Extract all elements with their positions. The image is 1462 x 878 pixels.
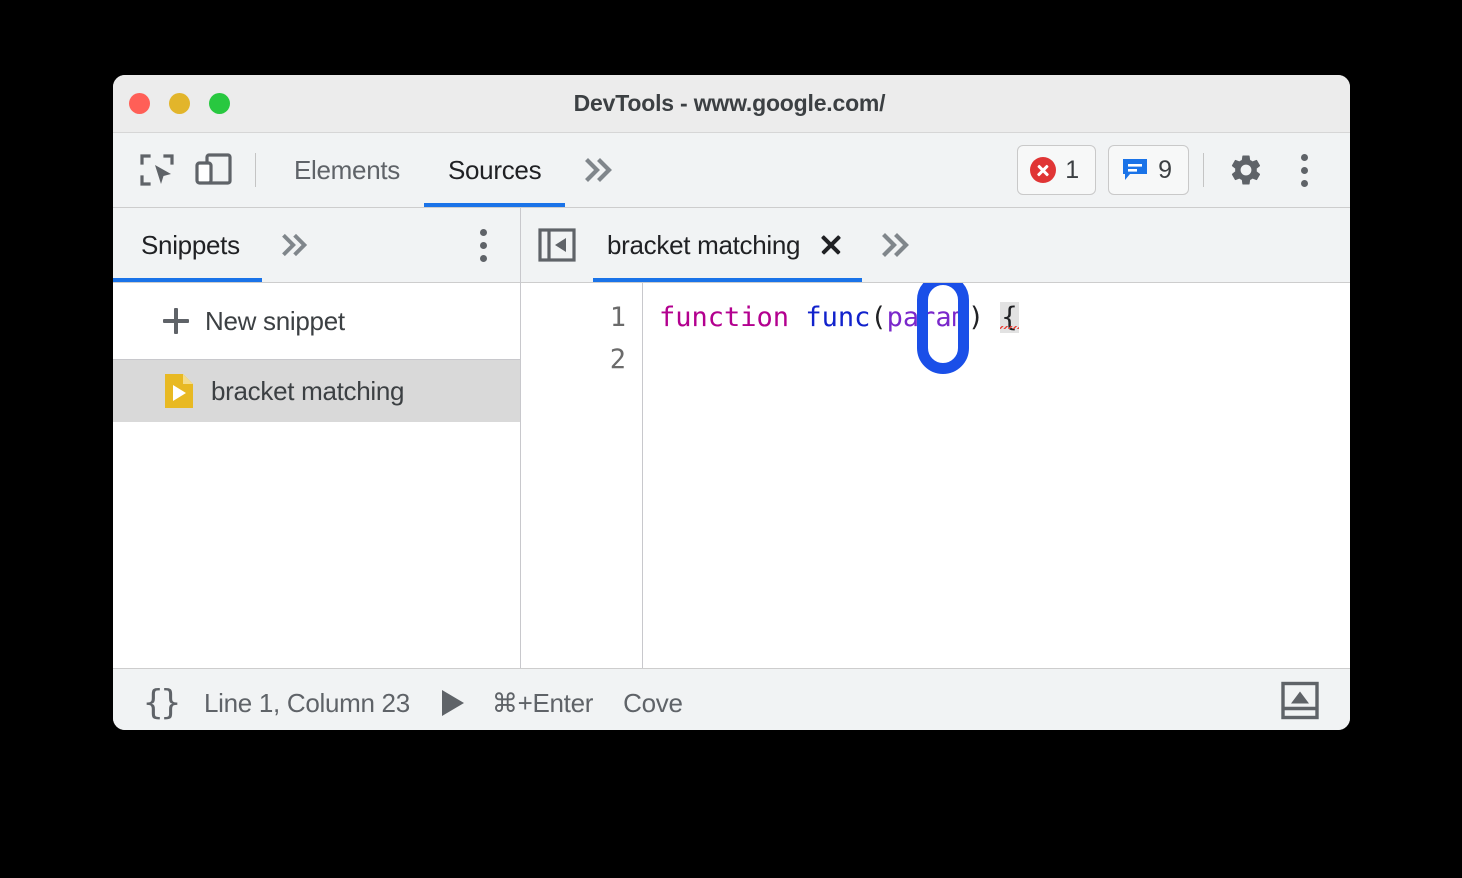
message-icon	[1123, 159, 1148, 180]
code-token-paren-open: (	[870, 302, 887, 333]
tab-sources-label: Sources	[447, 154, 542, 185]
devtools-body: Snippets New snippet bracket matching br…	[113, 208, 1350, 668]
code-token-keyword: function	[659, 302, 790, 333]
kebab-dot-3	[479, 254, 487, 262]
toolbar-divider-2	[1203, 153, 1204, 187]
kebab-dot-2	[1300, 166, 1308, 174]
cursor-position-label: Line 1, Column 23	[203, 687, 410, 718]
message-count-badge[interactable]: 9	[1108, 145, 1189, 195]
drawer-toggle-icon	[1281, 681, 1319, 720]
window-titlebar: DevTools - www.google.com/	[113, 75, 1350, 133]
list-item[interactable]: bracket matching	[113, 360, 520, 422]
error-icon	[1030, 157, 1057, 183]
more-panels-button[interactable]	[565, 133, 635, 207]
kebab-dot-2	[479, 241, 487, 249]
show-navigator-button[interactable]	[521, 208, 593, 282]
code-token-brace-highlighted: {	[1000, 302, 1019, 333]
editor-more-tabs-button[interactable]	[862, 208, 932, 282]
code-editor-area[interactable]: 1 2 function func(param) {	[521, 283, 1350, 668]
code-content[interactable]: function func(param) {	[643, 283, 1350, 668]
close-icon[interactable]	[820, 234, 842, 256]
code-line-1: function func(param) {	[659, 297, 1350, 339]
window-title: DevTools - www.google.com/	[573, 90, 886, 116]
code-token-param: param	[886, 302, 968, 333]
tab-snippets-label: Snippets	[141, 229, 240, 260]
chevron-double-right-icon	[882, 233, 910, 257]
kebab-dot-3	[1300, 179, 1308, 187]
settings-button[interactable]	[1218, 133, 1274, 207]
devtools-window: DevTools - www.google.com/ Elements Sour…	[113, 75, 1350, 730]
devtools-menu-button[interactable]	[1274, 133, 1334, 207]
editor-tab-label: bracket matching	[607, 229, 801, 260]
tab-snippets[interactable]: Snippets	[113, 208, 262, 282]
line-number: 2	[609, 344, 626, 375]
code-token-paren-close: )	[967, 302, 985, 333]
run-shortcut-label: ⌘+Enter	[491, 687, 594, 718]
plus-icon	[163, 308, 189, 334]
editor-tabbar: bracket matching	[521, 208, 1350, 283]
new-snippet-button[interactable]: New snippet	[113, 283, 520, 360]
message-count-label: 9	[1158, 155, 1172, 184]
kebab-dot-1	[479, 228, 487, 236]
run-snippet-icon[interactable]	[441, 690, 464, 716]
tab-elements[interactable]: Elements	[270, 133, 424, 207]
sidebar-menu-button[interactable]	[456, 208, 510, 282]
editor-tab-bracket-matching[interactable]: bracket matching	[593, 208, 863, 282]
device-toolbar-icon	[195, 153, 232, 185]
line-number-gutter: 1 2	[521, 283, 643, 668]
devtools-main-toolbar: Elements Sources 1 9	[113, 133, 1350, 208]
editor-pane: bracket matching 1 2 function func(param…	[521, 208, 1350, 668]
traffic-light-buttons	[129, 93, 230, 114]
sidebar-tabbar: Snippets	[113, 208, 520, 283]
error-count-badge[interactable]: 1	[1017, 145, 1097, 195]
gear-icon	[1231, 155, 1261, 185]
sidebar-more-tabs-button[interactable]	[262, 208, 330, 282]
kebab-dot-1	[1300, 153, 1308, 161]
error-count-label: 1	[1065, 155, 1080, 184]
coverage-label[interactable]: Cove	[623, 688, 683, 719]
line-number: 1	[609, 302, 626, 333]
snippet-file-icon	[165, 374, 193, 408]
pretty-print-button[interactable]: {}	[143, 683, 204, 723]
snippets-sidebar: Snippets New snippet bracket matching	[113, 208, 521, 668]
editor-statusbar: {} Line 1, Column 23 ⌘+Enter Cove	[113, 668, 1350, 730]
chevron-double-right-icon	[281, 233, 307, 257]
minimize-window-button[interactable]	[169, 93, 190, 114]
tab-sources[interactable]: Sources	[423, 133, 566, 207]
new-snippet-label: New snippet	[205, 305, 345, 336]
drawer-toggle-button[interactable]	[1278, 679, 1322, 728]
sidebar-tabbar-spacer	[330, 208, 456, 282]
maximize-window-button[interactable]	[209, 93, 230, 114]
inspect-element-icon	[140, 154, 174, 186]
code-token-function-name: func	[805, 302, 871, 333]
device-toolbar-button[interactable]	[185, 133, 241, 207]
snippet-item-label: bracket matching	[211, 375, 405, 406]
inspect-element-button[interactable]	[129, 133, 185, 207]
close-window-button[interactable]	[129, 93, 150, 114]
tab-elements-label: Elements	[294, 154, 400, 185]
show-navigator-icon	[538, 228, 576, 262]
toolbar-divider	[255, 153, 256, 187]
chevron-double-right-icon	[585, 158, 613, 182]
